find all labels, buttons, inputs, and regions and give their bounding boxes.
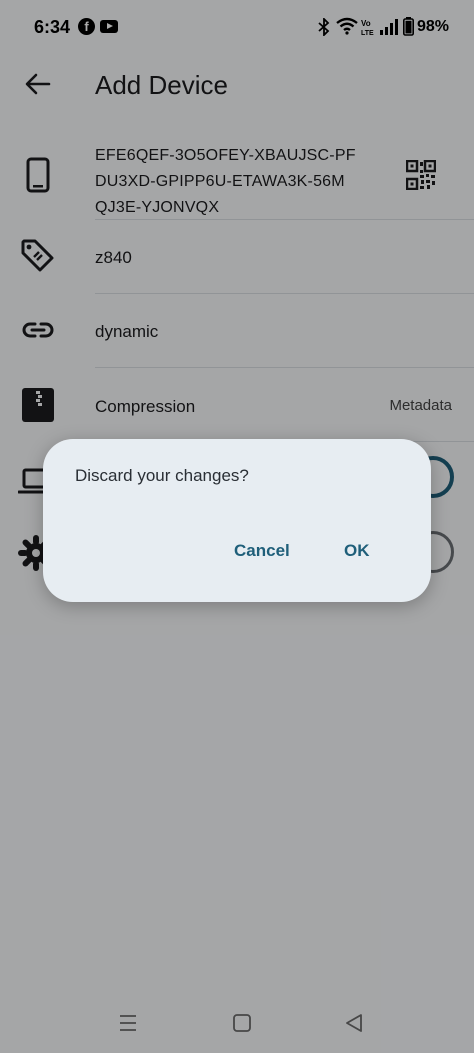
add-device-screen: 6:34 f Vo LTE 98% Add Device EFE6QEF-3O5… — [0, 0, 474, 1053]
cancel-button[interactable]: Cancel — [234, 541, 290, 561]
discard-changes-dialog: Discard your changes? Cancel OK — [43, 439, 431, 602]
dialog-message: Discard your changes? — [75, 466, 249, 485]
ok-button[interactable]: OK — [344, 541, 370, 561]
